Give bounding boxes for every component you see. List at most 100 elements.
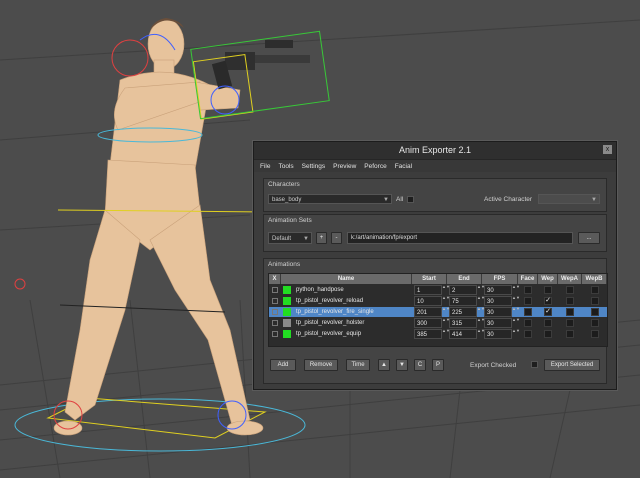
- spinner-arrows-icon[interactable]: ▲▼: [512, 307, 520, 315]
- row-name[interactable]: python_handpose: [294, 285, 412, 295]
- spinner-arrows-icon[interactable]: ▲▼: [512, 296, 520, 304]
- row-start-spinbox[interactable]: 10: [414, 296, 442, 306]
- table-row[interactable]: python_handpose 1 ▲▼ 2 ▲▼ 30 ▲▼: [269, 285, 607, 295]
- character-model[interactable]: [53, 18, 264, 436]
- row-end-spinbox[interactable]: 2: [449, 285, 477, 295]
- spinner-arrows-icon[interactable]: ▲▼: [512, 329, 520, 337]
- spinner-arrows-icon[interactable]: ▲▼: [442, 307, 450, 315]
- animation-set-select[interactable]: Default ▼: [268, 232, 312, 244]
- spinner-arrows-icon[interactable]: ▲▼: [512, 318, 520, 326]
- c-button[interactable]: C: [414, 359, 426, 371]
- animations-table[interactable]: X Name Start End FPS Face Wep WepA WepB …: [268, 273, 608, 347]
- revolver-model[interactable]: [211, 40, 310, 90]
- menu-tools[interactable]: Tools: [278, 163, 293, 170]
- move-down-button[interactable]: ▼: [396, 359, 408, 371]
- row-wepb-checkbox[interactable]: [591, 286, 599, 294]
- add-animation-button[interactable]: Add: [270, 359, 296, 371]
- table-row[interactable]: tp_pistol_revolver_equip 385 ▲▼ 414 ▲▼ 30 ▲▼: [269, 329, 607, 339]
- menu-settings[interactable]: Settings: [302, 163, 326, 170]
- row-wep-checkbox[interactable]: ✓: [544, 308, 552, 316]
- row-wepb-checkbox[interactable]: [591, 330, 599, 338]
- close-icon[interactable]: x: [603, 145, 612, 154]
- all-checkbox[interactable]: [407, 196, 414, 203]
- col-header-fps[interactable]: FPS: [482, 274, 518, 284]
- col-header-face[interactable]: Face: [518, 274, 538, 284]
- menu-peforce[interactable]: Peforce: [364, 163, 386, 170]
- remove-set-button[interactable]: -: [331, 232, 342, 244]
- remove-animation-button[interactable]: Remove: [304, 359, 338, 371]
- active-character-select[interactable]: ▼: [538, 194, 600, 204]
- col-header-name[interactable]: Name: [281, 274, 412, 284]
- spinner-arrows-icon[interactable]: ▲▼: [512, 285, 520, 293]
- row-wepb-checkbox[interactable]: [591, 319, 599, 327]
- time-button[interactable]: Time: [346, 359, 370, 371]
- col-header-wepa[interactable]: WepA: [558, 274, 582, 284]
- col-header-start[interactable]: Start: [412, 274, 447, 284]
- spinner-arrows-icon[interactable]: ▲▼: [477, 296, 485, 304]
- row-name[interactable]: tp_pistol_revolver_equip: [294, 329, 412, 339]
- spinner-arrows-icon[interactable]: ▲▼: [477, 285, 485, 293]
- row-fps-spinbox[interactable]: 30: [484, 307, 512, 317]
- row-wep-checkbox[interactable]: [544, 330, 552, 338]
- spinner-arrows-icon[interactable]: ▲▼: [442, 318, 450, 326]
- row-wepa-checkbox[interactable]: [566, 308, 574, 316]
- row-face-checkbox[interactable]: [524, 319, 532, 327]
- spinner-arrows-icon[interactable]: ▲▼: [442, 296, 450, 304]
- menu-preview[interactable]: Preview: [333, 163, 356, 170]
- spinner-arrows-icon[interactable]: ▲▼: [442, 285, 450, 293]
- export-checked-checkbox[interactable]: [531, 361, 538, 368]
- row-face-checkbox[interactable]: [524, 297, 532, 305]
- row-face-checkbox[interactable]: [524, 308, 532, 316]
- dialog-titlebar[interactable]: Anim Exporter 2.1 x: [254, 142, 616, 160]
- menu-facial[interactable]: Facial: [395, 163, 412, 170]
- row-checkbox[interactable]: [272, 309, 278, 315]
- menu-file[interactable]: File: [260, 163, 270, 170]
- row-end-spinbox[interactable]: 75: [449, 296, 477, 306]
- anim-exporter-dialog[interactable]: Anim Exporter 2.1 x File Tools Settings …: [253, 141, 617, 390]
- row-checkbox[interactable]: [272, 287, 278, 293]
- browse-button[interactable]: ...: [578, 232, 600, 244]
- export-selected-button[interactable]: Export Selected: [544, 359, 600, 371]
- row-end-spinbox[interactable]: 315: [449, 318, 477, 328]
- move-up-button[interactable]: ▲: [378, 359, 390, 371]
- row-wep-checkbox[interactable]: [544, 319, 552, 327]
- row-fps-spinbox[interactable]: 30: [484, 296, 512, 306]
- col-header-end[interactable]: End: [447, 274, 482, 284]
- row-end-spinbox[interactable]: 414: [449, 329, 477, 339]
- row-name[interactable]: tp_pistol_revolver_fire_single: [294, 307, 412, 317]
- row-name[interactable]: tp_pistol_revolver_holster: [294, 318, 412, 328]
- col-header-wepb[interactable]: WepB: [582, 274, 607, 284]
- export-path-field[interactable]: k:/art/animation/fp/export: [347, 232, 573, 244]
- row-name[interactable]: tp_pistol_revolver_reload: [294, 296, 412, 306]
- col-header-wep[interactable]: Wep: [538, 274, 558, 284]
- row-start-spinbox[interactable]: 300: [414, 318, 442, 328]
- col-header-x[interactable]: X: [269, 274, 281, 284]
- table-row[interactable]: tp_pistol_revolver_reload 10 ▲▼ 75 ▲▼ 30 ▲▼ ✓: [269, 296, 607, 306]
- row-face-checkbox[interactable]: [524, 330, 532, 338]
- row-face-checkbox[interactable]: [524, 286, 532, 294]
- row-checkbox[interactable]: [272, 320, 278, 326]
- row-fps-spinbox[interactable]: 30: [484, 329, 512, 339]
- row-start-spinbox[interactable]: 1: [414, 285, 442, 295]
- row-wepb-checkbox[interactable]: [591, 308, 599, 316]
- row-fps-spinbox[interactable]: 30: [484, 318, 512, 328]
- add-set-button[interactable]: +: [316, 232, 327, 244]
- row-wep-checkbox[interactable]: ✓: [544, 297, 552, 305]
- character-select[interactable]: base_body ▼: [268, 194, 392, 204]
- table-row[interactable]: tp_pistol_revolver_holster 300 ▲▼ 315 ▲▼ 30 ▲▼: [269, 318, 607, 328]
- p-button[interactable]: P: [432, 359, 444, 371]
- spinner-arrows-icon[interactable]: ▲▼: [477, 307, 485, 315]
- row-start-spinbox[interactable]: 201: [414, 307, 442, 317]
- spinner-arrows-icon[interactable]: ▲▼: [477, 329, 485, 337]
- row-end-spinbox[interactable]: 225: [449, 307, 477, 317]
- row-start-spinbox[interactable]: 385: [414, 329, 442, 339]
- row-fps-spinbox[interactable]: 30: [484, 285, 512, 295]
- row-wep-checkbox[interactable]: [544, 286, 552, 294]
- row-wepa-checkbox[interactable]: [566, 330, 574, 338]
- row-wepa-checkbox[interactable]: [566, 297, 574, 305]
- row-wepa-checkbox[interactable]: [566, 319, 574, 327]
- spinner-arrows-icon[interactable]: ▲▼: [442, 329, 450, 337]
- row-checkbox[interactable]: [272, 298, 278, 304]
- row-wepb-checkbox[interactable]: [591, 297, 599, 305]
- row-checkbox[interactable]: [272, 331, 278, 337]
